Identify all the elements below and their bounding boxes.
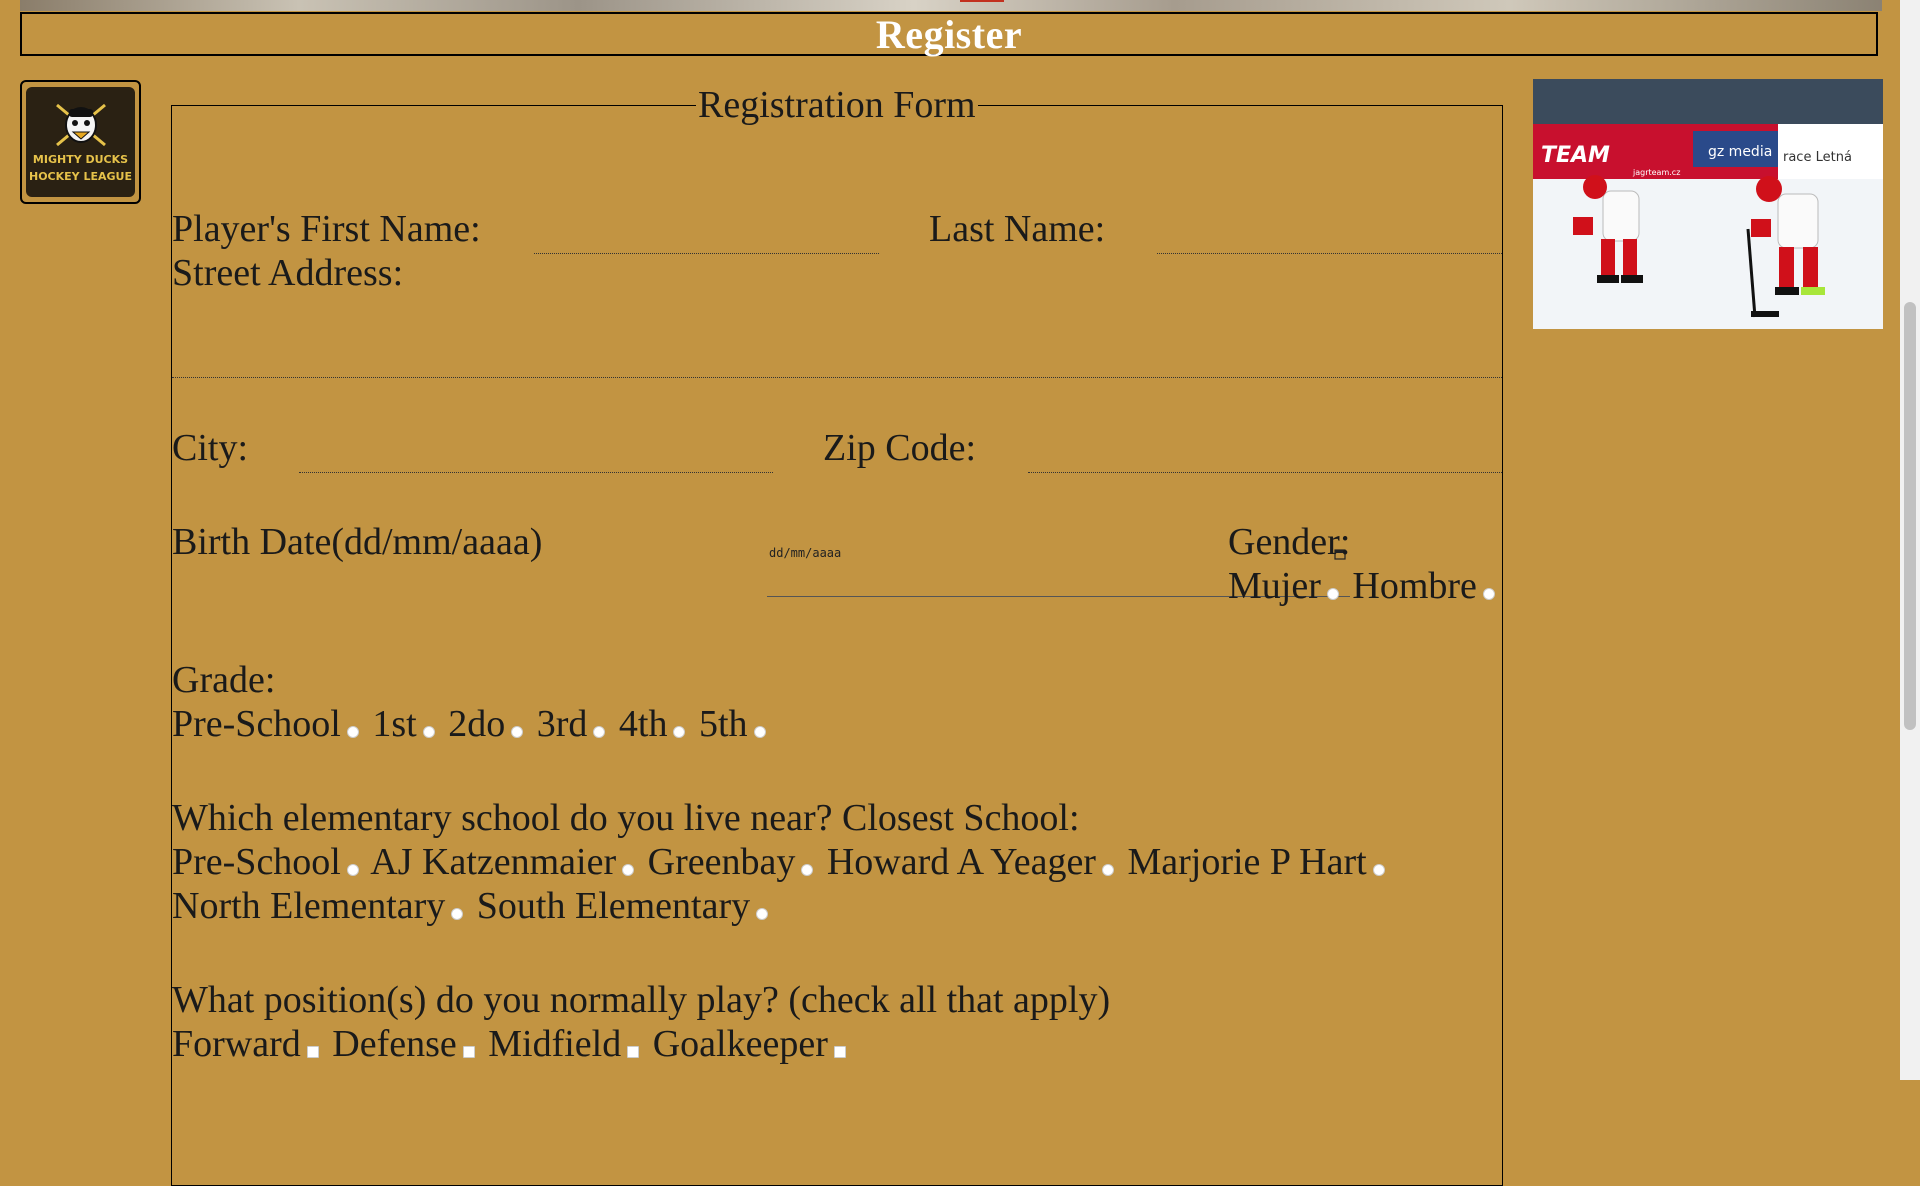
city-input[interactable] <box>299 472 773 473</box>
scrollbar-thumb[interactable] <box>1904 302 1916 730</box>
gender-label: Gender: <box>1228 521 1351 563</box>
school-question: Which elementary school do you live near… <box>172 797 1080 839</box>
school-hart-radio[interactable] <box>1372 864 1385 876</box>
first-name-input[interactable] <box>534 253 879 254</box>
form-legend: Registration Form <box>698 84 976 126</box>
svg-text:gz media: gz media <box>1708 144 1772 160</box>
grade-option-label: 3rd <box>536 703 588 745</box>
school-yeager-radio[interactable] <box>1101 864 1114 876</box>
grade-option-label: 5th <box>698 703 748 745</box>
school-option-label: Pre-School <box>172 841 341 883</box>
svg-text:TEAM: TEAM <box>1541 143 1610 168</box>
school-option-label: Marjorie P Hart <box>1127 841 1367 883</box>
school-option-label: North Elementary <box>172 885 446 927</box>
grade-preschool-radio[interactable] <box>346 726 359 738</box>
league-logo[interactable]: MIGHTY DUCKS HOCKEY LEAGUE <box>20 80 141 204</box>
position-option-label: Forward <box>172 1023 301 1065</box>
school-option-label: AJ Katzenmaier <box>370 841 617 883</box>
zip-code-label: Zip Code: <box>823 427 977 469</box>
birth-date-placeholder: dd/mm/aaaa <box>769 546 842 560</box>
position-defense-checkbox[interactable] <box>462 1046 475 1058</box>
position-midfield-checkbox[interactable] <box>627 1046 640 1058</box>
grade-option-label: 1st <box>372 703 417 745</box>
grade-5th-radio[interactable] <box>753 726 766 738</box>
last-name-input[interactable] <box>1157 253 1502 254</box>
street-address-label: Street Address: <box>172 252 404 294</box>
position-option-label: Midfield <box>488 1023 622 1065</box>
gender-option-label: Hombre <box>1352 565 1477 607</box>
page-title: Register <box>875 11 1023 57</box>
logo-text-line1: MIGHTY DUCKS <box>32 153 129 166</box>
school-north-radio[interactable] <box>451 908 464 920</box>
svg-text:jagrteam.cz: jagrteam.cz <box>1632 168 1680 177</box>
page-header: Register <box>20 11 1878 57</box>
school-south-radio[interactable] <box>756 908 769 920</box>
gender-option-label: Mujer <box>1228 565 1321 607</box>
grade-options: Pre-School 1st 2do 3rd 4th 5th <box>172 703 770 745</box>
gender-options: Mujer Hombre <box>1228 565 1499 607</box>
school-option-label: South Elementary <box>476 885 751 927</box>
school-option-label: Greenbay <box>647 841 796 883</box>
position-question: What position(s) do you normally play? (… <box>172 979 1111 1021</box>
gender-mujer-radio[interactable] <box>1326 588 1339 600</box>
city-label: City: <box>172 427 249 469</box>
first-name-label: Player's First Name: <box>172 208 481 250</box>
grade-4th-radio[interactable] <box>673 726 686 738</box>
position-forward-checkbox[interactable] <box>306 1046 319 1058</box>
grade-label: Grade: <box>172 659 276 701</box>
school-preschool-radio[interactable] <box>346 864 359 876</box>
registration-form: Registration Form Player's First Name: L… <box>171 86 1503 1186</box>
position-goalkeeper-checkbox[interactable] <box>833 1046 846 1058</box>
zip-code-input[interactable] <box>1028 472 1502 473</box>
school-greenbay-radio[interactable] <box>801 864 814 876</box>
school-option-label: Howard A Yeager <box>826 841 1096 883</box>
last-name-label: Last Name: <box>929 208 1106 250</box>
logo-text-line2: HOCKEY LEAGUE <box>29 170 132 183</box>
school-options-row2: North Elementary South Elementary <box>172 885 772 927</box>
birth-date-label: Birth Date(dd/mm/aaaa) <box>172 521 543 563</box>
duck-mascot-icon <box>55 103 106 147</box>
position-option-label: Defense <box>332 1023 457 1065</box>
grade-option-label: 4th <box>618 703 668 745</box>
position-option-label: Goalkeeper <box>652 1023 828 1065</box>
grade-3rd-radio[interactable] <box>593 726 606 738</box>
grade-option-label: Pre-School <box>172 703 341 745</box>
gender-hombre-radio[interactable] <box>1482 588 1495 600</box>
grade-option-label: 2do <box>448 703 506 745</box>
street-address-input[interactable] <box>172 377 1502 378</box>
top-banner-image <box>20 0 1882 11</box>
school-katzenmaier-radio[interactable] <box>622 864 635 876</box>
school-options-row1: Pre-School AJ Katzenmaier Greenbay Howar… <box>172 841 1389 883</box>
grade-2do-radio[interactable] <box>511 726 524 738</box>
vertical-scrollbar[interactable] <box>1900 0 1920 1080</box>
svg-text:race Letná: race Letná <box>1783 150 1852 165</box>
hockey-players-photo: TEAM gz media race Letná jagrteam.cz <box>1533 79 1883 329</box>
grade-1st-radio[interactable] <box>422 726 435 738</box>
position-options: Forward Defense Midfield Goalkeeper <box>172 1023 850 1065</box>
